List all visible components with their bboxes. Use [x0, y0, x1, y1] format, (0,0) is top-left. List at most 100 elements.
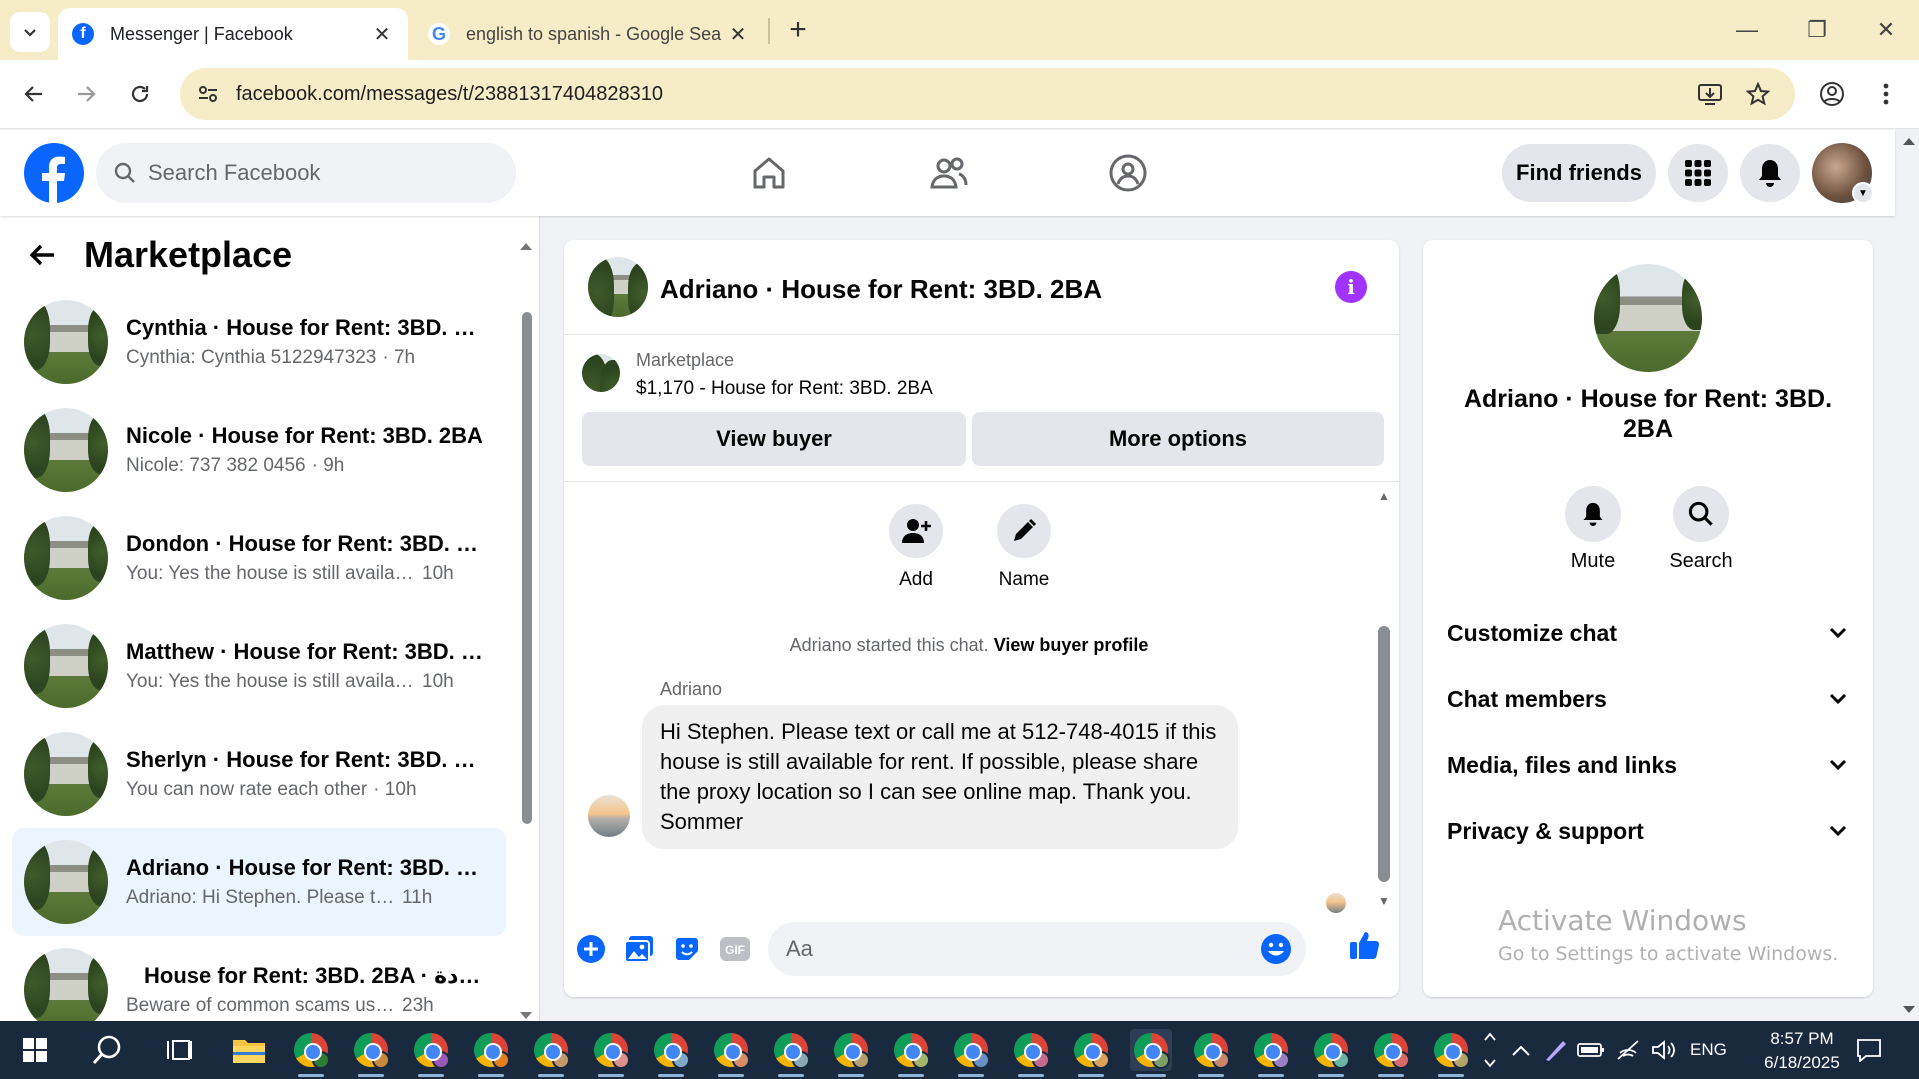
- reload-button[interactable]: [120, 74, 160, 114]
- mute-button[interactable]: [1565, 486, 1621, 542]
- chrome-app-icon[interactable]: [890, 1029, 932, 1077]
- chrome-app-icon[interactable]: [1310, 1029, 1352, 1077]
- facebook-search-box[interactable]: [96, 143, 516, 203]
- search-in-chat-button[interactable]: [1673, 486, 1729, 542]
- back-button[interactable]: [14, 74, 54, 114]
- facebook-search-input[interactable]: [148, 160, 478, 186]
- sidebar-scroll-thumb[interactable]: [522, 312, 532, 824]
- clock-time[interactable]: 8:57 PM: [1754, 1029, 1850, 1049]
- tab-messenger[interactable]: f Messenger | Facebook ✕: [58, 8, 408, 60]
- scroll-down-icon[interactable]: [1899, 1003, 1919, 1017]
- scroll-down-icon[interactable]: [518, 1010, 534, 1021]
- chrome-app-icon-active[interactable]: [1130, 1029, 1172, 1077]
- task-view-icon[interactable]: [158, 1029, 200, 1071]
- menu-button[interactable]: [1668, 144, 1728, 202]
- view-buyer-button[interactable]: View buyer: [582, 412, 966, 466]
- profile-button[interactable]: [1812, 74, 1852, 114]
- chrome-app-icon[interactable]: [1190, 1029, 1232, 1077]
- scroll-up-icon[interactable]: ▲: [1376, 489, 1392, 503]
- chat-item-alwarda[interactable]: House for Rent: 3BD. 2BA · الوردة Beware…: [12, 936, 506, 1021]
- windows-start-icon[interactable]: [14, 1029, 56, 1071]
- forward-button[interactable]: [66, 74, 106, 114]
- bookmark-star-icon[interactable]: [1742, 78, 1774, 110]
- close-window-button[interactable]: ✕: [1861, 10, 1911, 50]
- chat-item-sherlyn[interactable]: Sherlyn · House for Rent: 3BD. 2BA You c…: [12, 720, 506, 828]
- address-bar[interactable]: facebook.com/messages/t/2388131740482831…: [180, 68, 1795, 120]
- search-icon[interactable]: [86, 1029, 128, 1071]
- chrome-app-icon[interactable]: [410, 1029, 452, 1077]
- nav-home[interactable]: [744, 150, 794, 196]
- view-buyer-profile-link[interactable]: View buyer profile: [994, 635, 1149, 655]
- new-tab-button[interactable]: +: [780, 12, 816, 48]
- attach-photo-icon[interactable]: [622, 932, 656, 966]
- thread-scroll-thumb[interactable]: [1378, 626, 1390, 882]
- chat-item-dondon[interactable]: Dondon · House for Rent: 3BD. 2BA You: Y…: [12, 504, 506, 612]
- find-friends-button[interactable]: Find friends: [1502, 144, 1656, 202]
- notifications-button[interactable]: [1740, 144, 1800, 202]
- chat-profile-image[interactable]: [1594, 264, 1702, 372]
- more-options-button[interactable]: More options: [972, 412, 1384, 466]
- scroll-up-icon[interactable]: [1899, 134, 1919, 148]
- page-scrollbar[interactable]: [1899, 130, 1919, 1021]
- volume-icon[interactable]: [1643, 1029, 1685, 1071]
- tab-google-search[interactable]: G english to spanish - Google Sea ✕: [414, 8, 764, 60]
- chat-item-matthew[interactable]: Matthew · House for Rent: 3BD. 2BA You: …: [12, 612, 506, 720]
- close-tab-icon[interactable]: ✕: [370, 22, 394, 46]
- section-customize-chat[interactable]: Customize chat: [1447, 608, 1847, 658]
- language-indicator[interactable]: ENG: [1690, 1040, 1727, 1060]
- chrome-app-icon[interactable]: [1370, 1029, 1412, 1077]
- back-arrow-icon[interactable]: [28, 240, 58, 270]
- browser-menu-button[interactable]: [1866, 74, 1906, 114]
- chrome-app-icon[interactable]: [710, 1029, 752, 1077]
- facebook-logo-icon[interactable]: [24, 143, 84, 203]
- section-privacy-support[interactable]: Privacy & support: [1447, 806, 1847, 856]
- site-info-icon[interactable]: [192, 78, 224, 110]
- file-explorer-icon[interactable]: [228, 1029, 270, 1071]
- chrome-app-icon[interactable]: [770, 1029, 812, 1077]
- section-chat-members[interactable]: Chat members: [1447, 674, 1847, 724]
- chrome-app-icon[interactable]: [290, 1029, 332, 1077]
- chrome-app-icon[interactable]: [1250, 1029, 1292, 1077]
- chrome-app-icon[interactable]: [650, 1029, 692, 1077]
- gif-icon[interactable]: GIF: [718, 932, 752, 966]
- clock-date[interactable]: 6/18/2025: [1746, 1053, 1858, 1073]
- chrome-app-icon[interactable]: [830, 1029, 872, 1077]
- add-people-button[interactable]: [889, 504, 943, 558]
- info-icon[interactable]: i: [1335, 271, 1367, 303]
- like-thumb-icon[interactable]: [1348, 928, 1382, 962]
- chevron-down-icon[interactable]: ▼: [1852, 182, 1874, 204]
- scroll-down-icon[interactable]: ▼: [1376, 894, 1392, 908]
- chrome-app-icon[interactable]: [1430, 1029, 1472, 1077]
- chat-item-cynthia[interactable]: Cynthia · House for Rent: 3BD. 2BA Cynth…: [12, 288, 506, 396]
- message-input-box[interactable]: [768, 922, 1306, 976]
- restore-button[interactable]: ❐: [1792, 10, 1842, 50]
- chrome-app-icon[interactable]: [1070, 1029, 1112, 1077]
- install-app-icon[interactable]: [1694, 78, 1726, 110]
- listing-thumbnail[interactable]: [582, 354, 620, 392]
- chrome-app-icon[interactable]: [1010, 1029, 1052, 1077]
- battery-icon[interactable]: [1570, 1029, 1612, 1071]
- scroll-up-icon[interactable]: [518, 240, 534, 252]
- emoji-icon[interactable]: [1260, 933, 1292, 965]
- chat-item-adriano[interactable]: Adriano · House for Rent: 3BD. 2BA Adria…: [12, 828, 506, 936]
- chrome-app-icon[interactable]: [950, 1029, 992, 1077]
- conversation-avatar[interactable]: [588, 257, 648, 317]
- conversation-title[interactable]: Adriano · House for Rent: 3BD. 2BA: [660, 274, 1102, 305]
- taskbar-scroll-icon[interactable]: [1480, 1029, 1500, 1071]
- listing-title[interactable]: $1,170 - House for Rent: 3BD. 2BA: [636, 378, 933, 400]
- sticker-icon[interactable]: [670, 932, 704, 966]
- chrome-app-icon[interactable]: [530, 1029, 572, 1077]
- notification-center-icon[interactable]: [1848, 1029, 1890, 1071]
- more-actions-icon[interactable]: [574, 932, 608, 966]
- chat-item-nicole[interactable]: Nicole · House for Rent: 3BD. 2BA Nicole…: [12, 396, 506, 504]
- edit-name-button[interactable]: [997, 504, 1051, 558]
- tab-search-button[interactable]: [10, 12, 50, 52]
- nav-friends[interactable]: [924, 150, 974, 196]
- minimize-button[interactable]: —: [1722, 10, 1772, 50]
- section-media-files-links[interactable]: Media, files and links: [1447, 740, 1847, 790]
- chrome-app-icon[interactable]: [350, 1029, 392, 1077]
- nav-groups[interactable]: [1103, 150, 1153, 196]
- chrome-app-icon[interactable]: [590, 1029, 632, 1077]
- chrome-app-icon[interactable]: [470, 1029, 512, 1077]
- message-input[interactable]: [786, 936, 1226, 962]
